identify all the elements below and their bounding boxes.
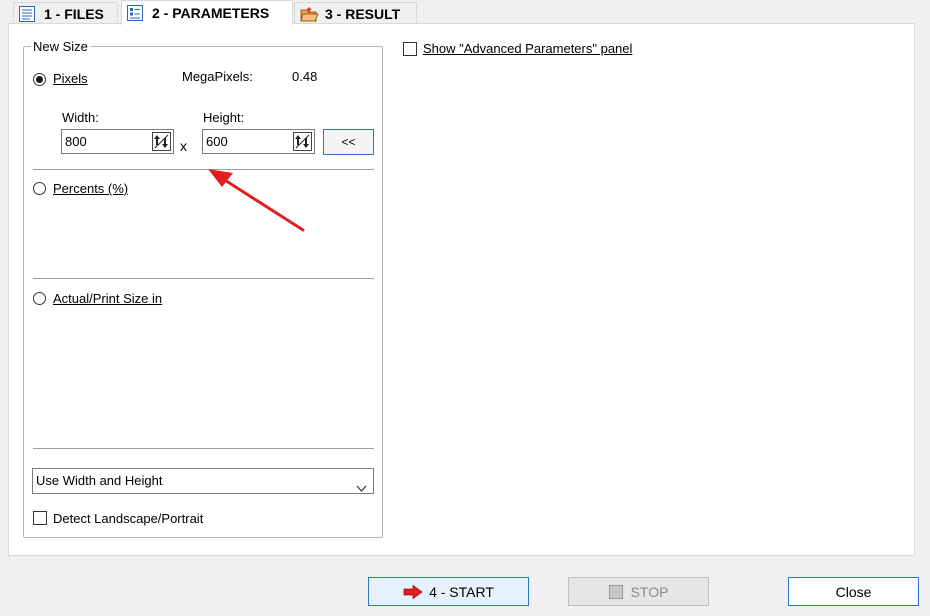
start-button[interactable]: 4 - START [368, 577, 529, 606]
times-symbol: x [180, 138, 187, 154]
result-folder-icon [299, 5, 319, 23]
megapixels-value: 0.48 [292, 69, 318, 84]
stop-button[interactable]: STOP [568, 577, 709, 606]
height-spin-icon[interactable] [293, 132, 312, 151]
height-input[interactable]: 600 [202, 129, 315, 154]
start-arrow-icon [403, 584, 423, 599]
close-button[interactable]: Close [788, 577, 919, 606]
chevron-down-icon [356, 477, 367, 501]
width-value: 800 [65, 134, 87, 149]
size-mode-select[interactable]: Use Width and Height [32, 468, 374, 494]
detect-landscape-checkbox[interactable] [33, 511, 47, 525]
tab-result[interactable]: 3 - RESULT [294, 2, 417, 24]
advanced-parameters-label[interactable]: Show "Advanced Parameters" panel [423, 41, 632, 56]
detect-landscape-label[interactable]: Detect Landscape/Portrait [53, 511, 203, 526]
percents-radio[interactable] [33, 182, 46, 195]
swap-dimensions-button[interactable]: << [323, 129, 374, 155]
height-value: 600 [206, 134, 228, 149]
stop-icon [608, 584, 623, 599]
megapixels-label: MegaPixels: [182, 69, 253, 84]
width-input[interactable]: 800 [61, 129, 174, 154]
actual-print-radio[interactable] [33, 292, 46, 305]
stop-label: STOP [630, 583, 669, 600]
size-mode-value: Use Width and Height [36, 473, 163, 488]
width-spin-icon[interactable] [152, 132, 171, 151]
height-label: Height: [203, 110, 245, 125]
actual-print-label[interactable]: Actual/Print Size in [53, 291, 162, 306]
list-icon [18, 5, 38, 23]
new-size-title: New Size [31, 39, 90, 54]
separator-3 [33, 448, 374, 449]
pixels-radio[interactable] [33, 73, 46, 86]
tab-parameters-label: 2 - PARAMETERS [152, 5, 270, 21]
tab-parameters[interactable]: 2 - PARAMETERS [121, 0, 293, 25]
separator-2 [33, 278, 374, 279]
parameters-icon [126, 4, 146, 22]
width-label: Width: [62, 110, 99, 125]
tab-files[interactable]: 1 - FILES [13, 2, 118, 24]
tab-files-label: 1 - FILES [44, 5, 104, 22]
percents-label[interactable]: Percents (%) [53, 181, 128, 196]
start-label: 4 - START [429, 583, 494, 600]
advanced-parameters-checkbox[interactable] [403, 42, 417, 56]
pixels-label[interactable]: Pixels [53, 71, 88, 86]
tab-result-label: 3 - RESULT [325, 5, 401, 22]
annotation-arrow-icon [208, 169, 305, 232]
